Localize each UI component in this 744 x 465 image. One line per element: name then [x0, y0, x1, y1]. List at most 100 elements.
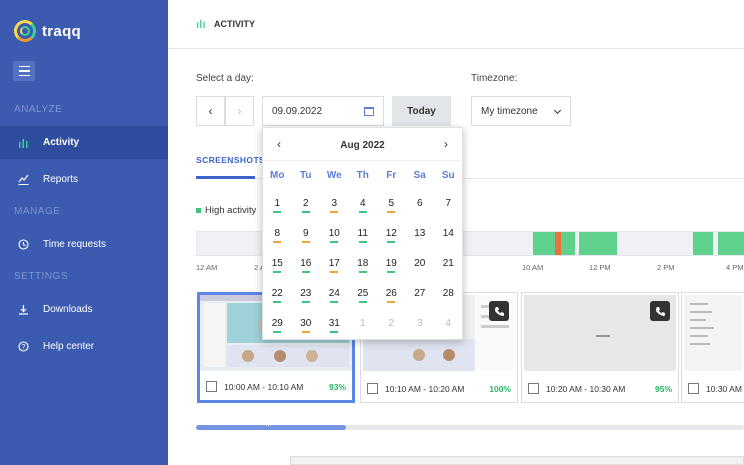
calendar-day[interactable]: 3 [320, 198, 349, 213]
calendar-day[interactable]: 21 [434, 258, 463, 269]
weekday-label: Mo [270, 170, 285, 181]
section-analyze: ANALYZE [14, 104, 63, 115]
sidebar-item-help-center[interactable]: ? Help center [0, 330, 168, 363]
next-day-button[interactable]: › [225, 96, 254, 126]
sidebar: traqq ANALYZE Activity Reports MANAGE Ti… [0, 0, 168, 465]
calendar-day[interactable]: 24 [320, 288, 349, 303]
weekday-label: Tu [300, 170, 312, 181]
tab-screenshots[interactable]: SCREENSHOTS [196, 155, 265, 165]
activity-indicator-medium [387, 211, 396, 213]
select-checkbox[interactable] [688, 383, 699, 394]
calendar-day-number: 18 [357, 258, 369, 269]
activity-indicator-medium [387, 301, 396, 303]
chevron-right-icon: › [237, 104, 242, 118]
calendar-day[interactable]: 26 [377, 288, 406, 303]
scrollbar-grip: III [266, 422, 272, 428]
calendar-day[interactable]: 29 [263, 318, 292, 333]
select-checkbox[interactable] [206, 381, 217, 392]
activity-indicator-high [273, 301, 282, 303]
calendar-day[interactable]: 16 [292, 258, 321, 273]
screenshot-time: 10:10 AM - 10:20 AM [385, 383, 465, 394]
calendar-day[interactable]: 30 [292, 318, 321, 333]
activity-indicator-medium [273, 241, 282, 243]
calendar-day[interactable]: 27 [406, 288, 435, 299]
calendar-day-number: 15 [271, 258, 283, 269]
timeline-segment[interactable] [693, 232, 713, 255]
timeline-segment[interactable] [533, 232, 555, 255]
calendar-day-number: 2 [388, 318, 395, 329]
calendar-day-number: 3 [331, 198, 338, 209]
calendar-month: Aug 2022 [340, 140, 385, 151]
calendar-day-number: 7 [445, 198, 452, 209]
timeline-segment[interactable] [718, 232, 744, 255]
sidebar-item-downloads[interactable]: Downloads [0, 293, 168, 326]
screenshot-time: 10:30 AM [706, 383, 742, 394]
calendar-day-number: 3 [416, 318, 423, 329]
legend-swatch [196, 208, 201, 213]
calendar-day[interactable]: 8 [263, 228, 292, 243]
weekday-label: Fr [386, 170, 397, 181]
calendar-day[interactable]: 19 [377, 258, 406, 273]
calendar-day-number: 14 [442, 228, 454, 239]
calendar-day[interactable]: 18 [349, 258, 378, 273]
timeline-tick: 12 AM [196, 263, 218, 272]
calendar-day[interactable]: 17 [320, 258, 349, 273]
calendar-day[interactable]: 12 [377, 228, 406, 243]
weekday-label: We [326, 170, 342, 181]
hamburger-menu-button[interactable] [13, 61, 35, 81]
calendar-day[interactable]: 25 [349, 288, 378, 303]
today-button[interactable]: Today [392, 96, 451, 126]
calendar-day-number: 10 [328, 228, 340, 239]
sidebar-item-time-requests[interactable]: Time requests [0, 228, 168, 261]
timeline-segment[interactable] [561, 232, 575, 255]
calendar-day: 3 [406, 318, 435, 329]
calendar-day[interactable]: 22 [263, 288, 292, 303]
calendar-day[interactable]: 6 [406, 198, 435, 209]
chevron-down-icon [553, 106, 562, 115]
sidebar-item-activity[interactable]: Activity [0, 126, 168, 159]
sidebar-item-reports[interactable]: Reports [0, 163, 168, 196]
activity-indicator-medium [301, 331, 310, 333]
select-checkbox[interactable] [528, 383, 539, 394]
screenshot-card[interactable]: 10:30 AM [681, 292, 744, 403]
select-checkbox[interactable] [367, 383, 378, 394]
calendar-day-number: 17 [328, 258, 340, 269]
calendar-day-number: 1 [274, 198, 281, 209]
calendar-day[interactable]: 11 [349, 228, 378, 243]
horizontal-scrollbar[interactable]: III [196, 422, 744, 430]
calendar-day-number: 25 [357, 288, 369, 299]
help-icon: ? [18, 341, 29, 352]
calendar-day[interactable]: 7 [434, 198, 463, 209]
weekday-label: Sa [413, 170, 426, 181]
timezone-select[interactable]: My timezone [471, 96, 571, 126]
timeline-segment[interactable] [579, 232, 617, 255]
calendar-day[interactable]: 9 [292, 228, 321, 243]
calendar-day[interactable]: 28 [434, 288, 463, 299]
calendar-day: 2 [377, 318, 406, 329]
calendar-day[interactable]: 15 [263, 258, 292, 273]
scrollbar-thumb[interactable]: III [196, 422, 346, 430]
calendar-day[interactable]: 1 [263, 198, 292, 213]
calendar-day[interactable]: 4 [349, 198, 378, 213]
calendar-day[interactable]: 23 [292, 288, 321, 303]
calendar-day[interactable]: 2 [292, 198, 321, 213]
call-icon [650, 301, 670, 321]
calendar-day[interactable]: 10 [320, 228, 349, 243]
calendar-day[interactable]: 31 [320, 318, 349, 333]
calendar-day-number: 20 [414, 258, 426, 269]
calendar-day[interactable]: 14 [434, 228, 463, 239]
prev-day-button[interactable]: ‹ [196, 96, 225, 126]
next-month-button[interactable]: › [444, 137, 448, 151]
calendar-day-number: 29 [271, 318, 283, 329]
calendar-day[interactable]: 20 [406, 258, 435, 269]
activity-indicator-high [358, 241, 367, 243]
screenshot-thumbnail[interactable] [524, 295, 676, 371]
calendar-day[interactable]: 5 [377, 198, 406, 213]
activity-percent: 100% [489, 383, 511, 394]
screenshot-card[interactable]: 10:20 AM - 10:30 AM 95% [521, 292, 679, 403]
screenshot-thumbnail[interactable] [684, 295, 742, 371]
calendar-day[interactable]: 13 [406, 228, 435, 239]
calendar-day-number: 21 [442, 258, 454, 269]
date-input[interactable]: 09.09.2022 [262, 96, 384, 126]
logo[interactable]: traqq [14, 20, 81, 42]
